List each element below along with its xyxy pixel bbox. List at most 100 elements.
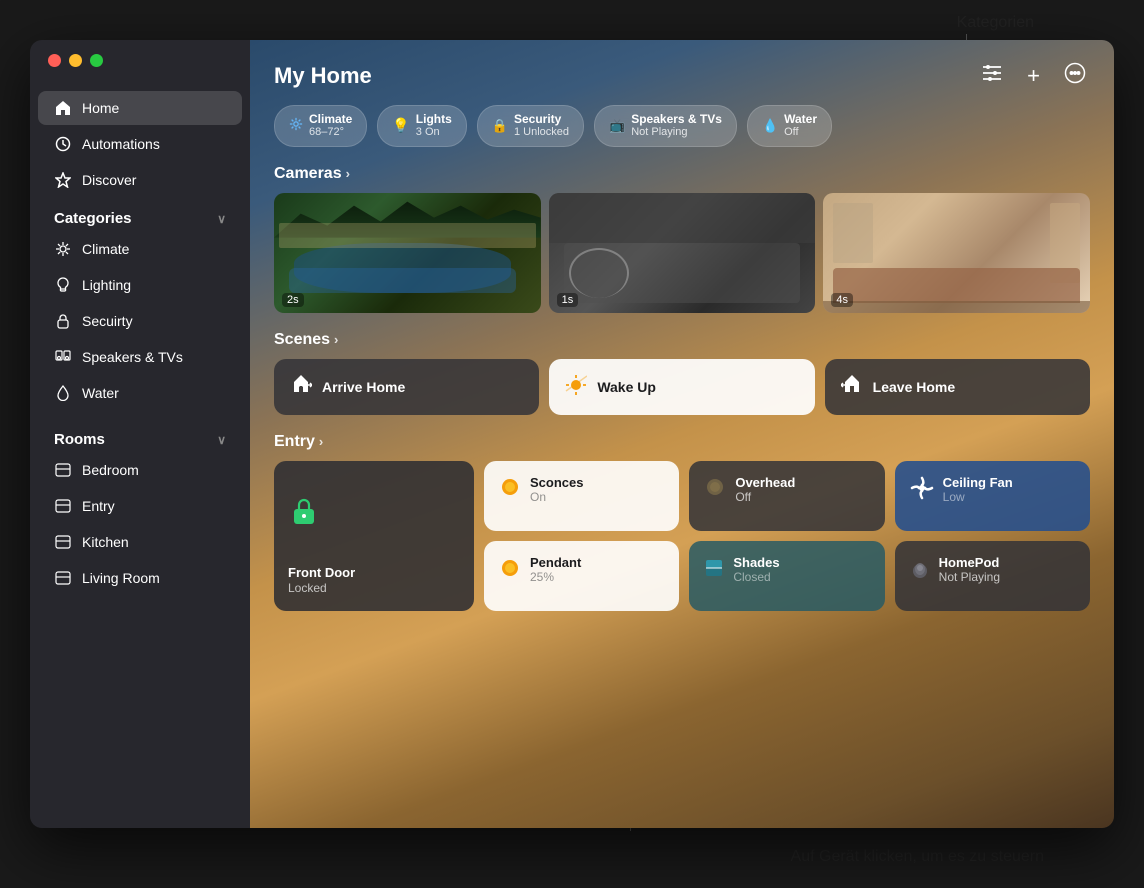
categories-chevron-icon: ∨ (217, 212, 226, 226)
arrive-home-icon (290, 373, 312, 401)
scene-leave-home[interactable]: Leave Home (825, 359, 1090, 415)
scenes-section-header[interactable]: Scenes › (250, 327, 1114, 359)
sidebar-label-climate: Climate (82, 241, 129, 257)
device-front-door[interactable]: Front Door Locked (274, 461, 474, 611)
entry-arrow-icon: › (319, 434, 323, 449)
add-button[interactable]: + (1023, 59, 1044, 93)
entry-title: Entry (274, 433, 315, 451)
kitchen-icon (54, 533, 72, 551)
app-window: Home Automations Discover Categories ∨ (30, 40, 1114, 828)
ceiling-fan-text: Ceiling Fan Low (943, 475, 1013, 506)
overhead-icon (703, 475, 727, 505)
leave-home-icon (841, 373, 863, 401)
clock-icon (54, 135, 72, 153)
device-ceiling-fan[interactable]: Ceiling Fan Low (895, 461, 1090, 531)
sidebar-item-water[interactable]: Water (38, 376, 242, 410)
auf-gerat-annotation: Auf Gerät klicken, um es zu steuern (791, 848, 1044, 866)
equalizer-button[interactable] (977, 60, 1007, 91)
speakers-icon (54, 348, 72, 366)
device-pendant[interactable]: Pendant 25% (484, 541, 679, 611)
sidebar-item-speakers[interactable]: Speakers & TVs (38, 340, 242, 374)
maximize-button[interactable] (90, 54, 103, 67)
sidebar-item-climate[interactable]: Climate (38, 232, 242, 266)
rooms-section-header[interactable]: Rooms ∨ (38, 419, 242, 452)
pill-water-icon: 💧 (762, 118, 778, 134)
category-pills: Climate 68–72° 💡 Lights 3 On 🔒 Security (250, 105, 1114, 161)
wake-up-icon (565, 373, 587, 401)
pill-lights[interactable]: 💡 Lights 3 On (377, 105, 466, 147)
pill-climate[interactable]: Climate 68–72° (274, 105, 367, 147)
cameras-row: 2s 1s 4s (250, 193, 1114, 327)
device-sconces[interactable]: Sconces On (484, 461, 679, 531)
rooms-chevron-icon: ∨ (217, 433, 226, 447)
sidebar-item-security[interactable]: Secuirty (38, 304, 242, 338)
overhead-text: Overhead Off (735, 475, 795, 506)
sidebar-item-bedroom[interactable]: Bedroom (38, 453, 242, 487)
entry-section-header[interactable]: Entry › (250, 429, 1114, 461)
pill-speakers[interactable]: 📺 Speakers & TVs Not Playing (594, 105, 737, 147)
camera-3[interactable]: 4s (823, 193, 1090, 313)
camera-2[interactable]: 1s (549, 193, 816, 313)
sidebar-label-lighting: Lighting (82, 277, 131, 293)
sidebar-item-discover[interactable]: Discover (38, 163, 242, 197)
sidebar-item-home[interactable]: Home (38, 91, 242, 125)
front-door-text: Front Door Locked (288, 565, 460, 596)
cam2-bike-wheel (569, 248, 629, 298)
categories-label: Categories (54, 210, 132, 227)
page-title: My Home (274, 63, 372, 89)
pendant-icon (498, 556, 522, 585)
ceiling-fan-icon (909, 475, 935, 506)
pill-speakers-icon: 📺 (609, 118, 625, 134)
cam2-ceiling (549, 193, 816, 243)
main-content: My Home + (250, 40, 1114, 828)
sidebar-item-living-room[interactable]: Living Room (38, 561, 242, 595)
scenes-row: Arrive Home Wake Up (250, 359, 1114, 429)
device-homepod[interactable]: HomePod Not Playing (895, 541, 1090, 611)
device-shades[interactable]: Shades Closed (689, 541, 884, 611)
sconces-text: Sconces On (530, 475, 583, 506)
scenes-title: Scenes (274, 331, 330, 349)
cam3-floor (823, 301, 1090, 313)
minimize-button[interactable] (69, 54, 82, 67)
sidebar-label-bedroom: Bedroom (82, 462, 139, 478)
pill-water-text: Water Off (784, 112, 817, 140)
shades-icon (703, 557, 725, 584)
pill-security-icon: 🔒 (492, 118, 508, 134)
pill-water[interactable]: 💧 Water Off (747, 105, 832, 147)
pill-climate-icon (289, 117, 303, 134)
homepod-icon (909, 557, 931, 584)
entry-icon (54, 497, 72, 515)
pill-speakers-text: Speakers & TVs Not Playing (631, 112, 722, 140)
categories-section-header[interactable]: Categories ∨ (38, 198, 242, 231)
rooms-label: Rooms (54, 431, 105, 448)
cameras-arrow-icon: › (346, 166, 350, 181)
sidebar-item-kitchen[interactable]: Kitchen (38, 525, 242, 559)
bedroom-icon (54, 461, 72, 479)
pill-lights-icon: 💡 (392, 117, 409, 134)
cam2-label: 1s (557, 293, 579, 307)
scene-leave-home-label: Leave Home (873, 379, 955, 395)
front-door-icon (288, 495, 460, 535)
camera-1[interactable]: 2s (274, 193, 541, 313)
cam1-ground (279, 223, 536, 248)
sidebar-label-discover: Discover (82, 172, 136, 188)
water-icon (54, 384, 72, 402)
close-button[interactable] (48, 54, 61, 67)
lighting-icon (54, 276, 72, 294)
cameras-section-header[interactable]: Cameras › (250, 161, 1114, 193)
more-button[interactable] (1060, 58, 1090, 93)
shades-text: Shades Closed (733, 555, 779, 586)
sidebar-item-lighting[interactable]: Lighting (38, 268, 242, 302)
device-overhead[interactable]: Overhead Off (689, 461, 884, 531)
scene-wake-up[interactable]: Wake Up (549, 359, 814, 415)
sidebar-item-automations[interactable]: Automations (38, 127, 242, 161)
sidebar-label-automations: Automations (82, 136, 160, 152)
sconces-icon (498, 475, 522, 505)
pendant-text: Pendant 25% (530, 555, 581, 586)
pill-security[interactable]: 🔒 Security 1 Unlocked (477, 105, 584, 147)
cam3-mirror (833, 203, 873, 263)
traffic-lights (48, 54, 103, 67)
sidebar-item-entry[interactable]: Entry (38, 489, 242, 523)
scene-arrive-home[interactable]: Arrive Home (274, 359, 539, 415)
cam1-water-feature (289, 268, 516, 293)
